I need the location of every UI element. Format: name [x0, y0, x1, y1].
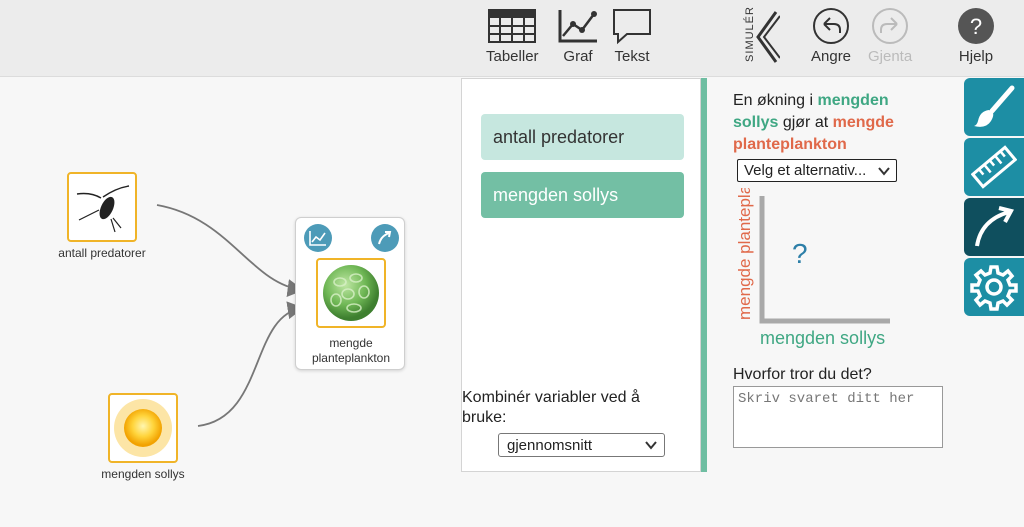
model-canvas[interactable]: antall predatorer mengden sollys mengde … [0, 78, 460, 527]
relationship-select-value: Velg et alternativ... [744, 162, 867, 179]
redo-icon [871, 6, 909, 46]
combine-variables-label: Kombinér variabler ved å bruke: [462, 389, 640, 426]
tables-label: Tabeller [486, 48, 539, 65]
variable-tab-sunlight[interactable]: mengden sollys [481, 172, 684, 218]
question-var2-prefix: mengde [832, 114, 894, 131]
copepod-icon [67, 172, 137, 242]
top-toolbar: Tabeller Graf Tekst SIMULÉR Angre Gjenta… [0, 0, 1024, 77]
node-phytoplankton[interactable]: mengde planteplankton [295, 217, 405, 370]
node-connect-button[interactable] [371, 224, 399, 252]
ruler-icon [971, 145, 1017, 189]
combine-method-value: gjennomsnitt [507, 436, 593, 454]
chevron-left-icon [756, 11, 780, 63]
table-icon [487, 6, 537, 46]
relationship-graph [759, 196, 890, 324]
redo-button[interactable]: Gjenta [868, 6, 912, 65]
question-prefix: En økning i [733, 92, 814, 109]
text-button[interactable]: Tekst [611, 6, 653, 65]
line-graph-icon [557, 6, 599, 46]
undo-icon [812, 6, 850, 46]
graph-unknown-mark: ? [792, 238, 808, 269]
gear-icon [970, 265, 1018, 311]
line-graph-icon [309, 231, 326, 246]
graph-button[interactable]: Graf [557, 6, 599, 65]
question-middle: gjør at [782, 114, 829, 131]
tables-button[interactable]: Tabeller [486, 6, 539, 65]
relationship-select[interactable]: Velg et alternativ... [737, 159, 897, 182]
speech-bubble-icon [611, 6, 653, 46]
help-label: Hjelp [958, 48, 994, 65]
relationship-panel: antall predatorer mengden sollys Kombiné… [461, 78, 701, 472]
combine-method-select[interactable]: gjennomsnitt [498, 433, 665, 457]
why-input[interactable] [733, 386, 943, 448]
curved-arrow-icon [975, 206, 1014, 247]
node-predators-label: antall predatorer [58, 246, 146, 260]
paintbrush-icon [974, 85, 1015, 127]
question-var2: planteplankton [733, 136, 847, 153]
node-phytoplankton-label: mengde planteplankton [311, 336, 391, 365]
variable-tab-predators[interactable]: antall predatorer [481, 114, 684, 160]
help-button[interactable]: ? Hjelp [957, 6, 995, 65]
chevron-down-icon [645, 441, 657, 450]
graph-x-axis-label: mengden sollys [760, 328, 886, 348]
undo-label: Angre [811, 48, 852, 65]
ruler-tool-button[interactable] [964, 138, 1024, 196]
node-sunlight-label: mengden sollys [101, 467, 185, 481]
relationship-question: En økning i mengden sollys gjør at mengd… [733, 90, 933, 156]
settings-tool-button[interactable] [964, 258, 1024, 316]
svg-text:?: ? [970, 14, 982, 39]
text-label: Tekst [614, 48, 650, 65]
redo-label: Gjenta [868, 48, 913, 65]
node-graph-button[interactable] [304, 224, 332, 252]
chevron-down-icon [878, 167, 890, 176]
graph-y-axis-label: mengde planteplankton [735, 188, 754, 320]
phytoplankton-icon [316, 258, 386, 328]
undo-button[interactable]: Angre [811, 6, 851, 65]
node-sunlight[interactable]: mengden sollys [93, 393, 193, 482]
graph-label: Graf [563, 48, 593, 65]
node-predators[interactable]: antall predatorer [52, 172, 152, 261]
simulate-toggle[interactable]: SIMULÉR [734, 4, 786, 70]
panel-divider [701, 78, 707, 472]
sun-icon [108, 393, 178, 463]
curved-arrow-icon [378, 231, 392, 245]
style-tool-button[interactable] [964, 78, 1024, 136]
relationship-tool-button[interactable] [964, 198, 1024, 256]
help-icon: ? [957, 6, 995, 46]
why-label: Hvorfor tror du det? [733, 366, 872, 383]
